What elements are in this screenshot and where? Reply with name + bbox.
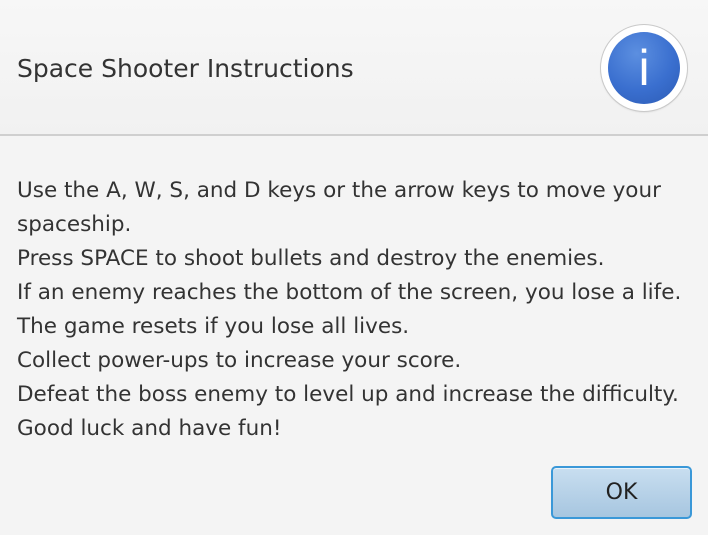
dialog-header: Space Shooter Instructions i xyxy=(0,0,708,136)
info-icon-circle: i xyxy=(608,32,680,104)
message-line: Good luck and have fun! xyxy=(17,416,282,441)
dialog-message: Use the A, W, S, and D keys or the arrow… xyxy=(17,174,697,446)
message-line: spaceship. xyxy=(17,212,132,237)
message-line: Collect power-ups to increase your score… xyxy=(17,348,462,373)
instructions-dialog: Space Shooter Instructions i Use the A, … xyxy=(0,0,708,535)
message-line: Press SPACE to shoot bullets and destroy… xyxy=(17,246,605,271)
info-icon-glyph: i xyxy=(638,40,650,96)
info-icon: i xyxy=(601,25,687,111)
message-line: Use the A, W, S, and D keys or the arrow… xyxy=(17,178,661,203)
message-line: Defeat the boss enemy to level up and in… xyxy=(17,382,679,407)
message-line: The game resets if you lose all lives. xyxy=(17,314,410,339)
dialog-title: Space Shooter Instructions xyxy=(17,54,354,83)
ok-button[interactable]: OK xyxy=(551,466,692,519)
message-line: If an enemy reaches the bottom of the sc… xyxy=(17,280,682,305)
